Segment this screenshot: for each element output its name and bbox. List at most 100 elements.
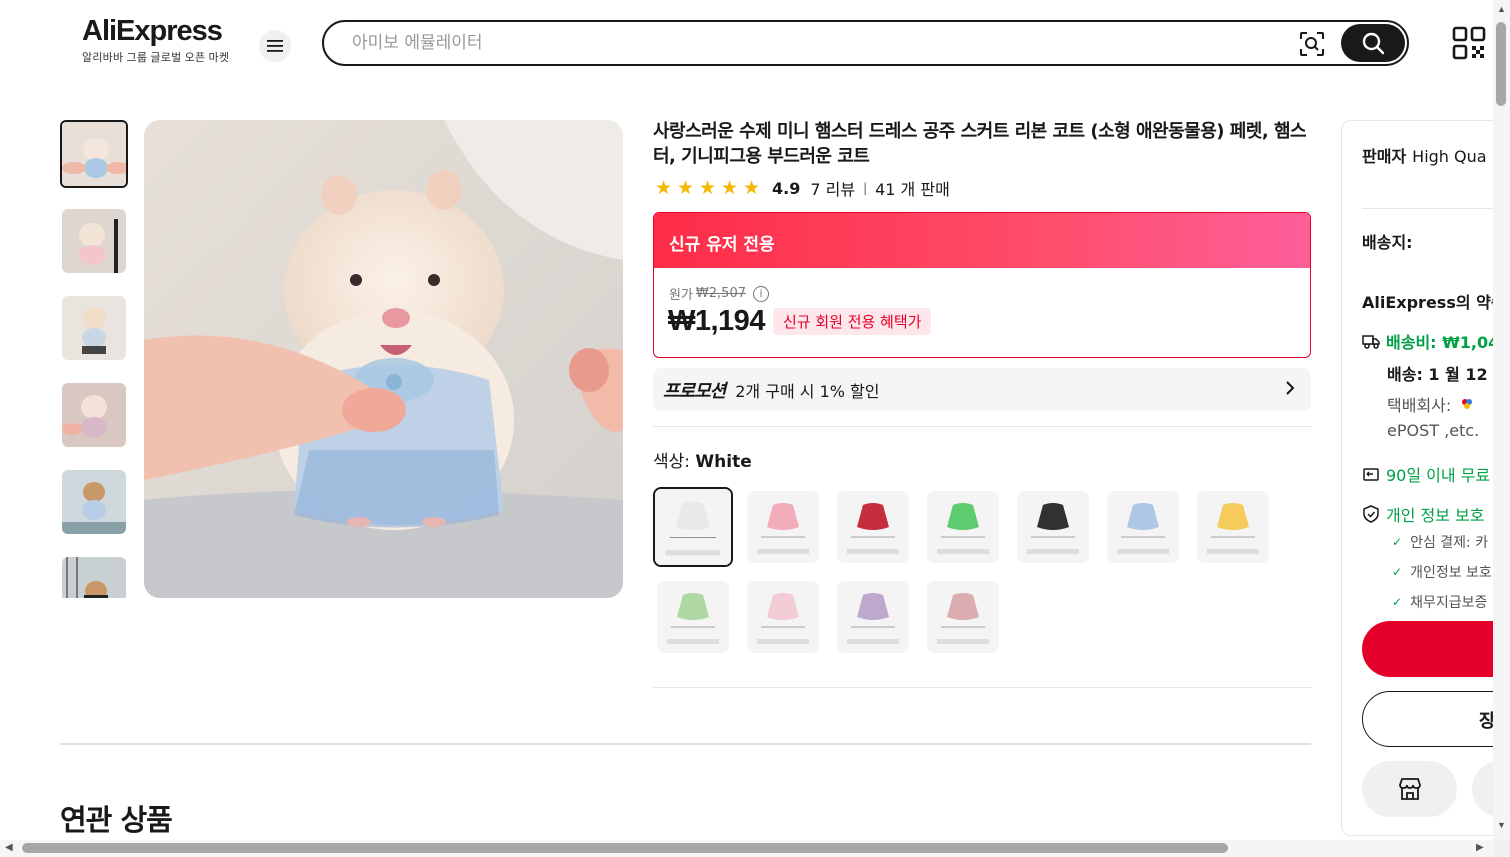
rating-row[interactable]: ★ ★ ★ ★ ★ 4.9 7 리뷰 | 41 개 판매 [655,177,950,199]
promotion-label: 프로모션 [663,380,726,402]
color-swatch-5[interactable] [1017,491,1089,563]
color-swatch-4[interactable] [927,491,999,563]
check-item: ✓ 개인정보 보호 [1392,562,1492,582]
review-count[interactable]: 7 리뷰 [810,176,855,200]
privacy-text: 개인 정보 보호 [1386,506,1485,525]
menu-button[interactable] [259,30,291,62]
dress-swatch-image [655,489,731,565]
color-swatch-8[interactable] [657,581,729,653]
sold-count: 41 개 판매 [875,180,950,199]
thumbnail-4[interactable] [62,383,126,447]
shield-icon [1363,505,1379,523]
original-price: ₩2,507 [695,286,746,301]
logo-text: AliExpress [82,15,223,47]
return-text: 90일 이내 무료 [1386,466,1491,485]
promotion-text: 2개 구매 시 1% 할인 [735,381,880,401]
add-to-cart-button[interactable]: 장 [1362,691,1500,747]
separator: | [863,181,868,195]
dress-swatch-image [1107,491,1179,563]
scrollbar-corner [1493,840,1510,857]
privacy-row[interactable]: 개인 정보 보호 [1362,502,1485,526]
color-swatch-9[interactable] [747,581,819,653]
thumbnail-6[interactable] [62,557,126,598]
promise-title: AliExpress의 약속 [1362,293,1501,312]
image-search-icon[interactable] [1299,31,1325,57]
new-member-badge: 신규 회원 전용 혜택가 [772,308,932,335]
divider [653,687,1311,688]
buy-now-button[interactable] [1362,621,1500,677]
price-row: ₩1,194 신규 회원 전용 혜택가 [668,305,932,338]
star-icon: ★ [677,176,695,199]
main-product-image[interactable] [144,120,623,598]
dress-swatch-image [927,491,999,563]
scroll-up-arrow[interactable]: ▲ [1497,4,1506,14]
vertical-scroll-thumb[interactable] [1496,22,1506,106]
thumbnail-image [62,209,126,273]
thumbnail-3[interactable] [62,296,126,360]
related-products-title: 연관 상품 [60,803,173,837]
carrier-label: 택배회사: [1387,396,1452,415]
star-icon: ★ [743,176,761,199]
product-title: 사랑스러운 수제 미니 햄스터 드레스 공주 스커트 리본 코트 (소형 애완동… [653,121,1307,167]
store-button[interactable] [1362,761,1457,817]
color-swatch-10[interactable] [837,581,909,653]
divider [653,426,1311,427]
info-icon[interactable]: i [753,285,769,302]
section-divider [60,743,1311,745]
hamster-photo [144,120,623,598]
thumbnail-1[interactable] [60,120,128,188]
search-input[interactable] [352,31,1252,55]
delivery-date: 배송: 1 월 12 [1387,365,1488,384]
chevron-right-icon [1286,381,1295,395]
thumbnail-image [62,296,126,360]
scroll-right-arrow[interactable]: ▶ [1476,842,1484,853]
star-icon: ★ [699,176,717,199]
thumbnail-image [62,122,126,186]
scroll-down-arrow[interactable]: ▼ [1497,820,1506,830]
color-label-text: 색상: [653,452,691,472]
aliexpress-logo[interactable]: AliExpress 알리바바 그룹 글로벌 오픈 마켓 [82,16,242,65]
color-swatch-11[interactable] [927,581,999,653]
seller-label: 판매자 [1362,147,1407,166]
color-value: White [695,452,752,472]
thumbnail-list [60,120,128,598]
seller-name[interactable]: High Qua [1412,147,1486,166]
ship-to-label[interactable]: 배송지: [1362,229,1413,253]
horizontal-scroll-thumb[interactable] [22,843,1228,853]
carrier-value: ePOST ,etc. [1387,421,1480,440]
original-price-row: 원가 ₩2,507 i [669,284,769,303]
qr-code-icon[interactable] [1452,26,1486,60]
original-price-label: 원가 [669,288,693,303]
color-swatch-7[interactable] [1197,491,1269,563]
color-swatch-3[interactable] [837,491,909,563]
horizontal-scrollbar[interactable]: ◀ ▶ [0,840,1493,857]
return-box-icon [1363,468,1379,481]
check-text: 개인정보 보호 [1410,565,1492,581]
return-row[interactable]: 90일 이내 무료 [1362,462,1490,486]
dress-swatch-image [747,491,819,563]
store-icon [1398,778,1421,800]
search-button[interactable] [1341,24,1405,62]
thumbnail-image [62,470,126,534]
color-swatch-6[interactable] [1107,491,1179,563]
color-swatch-1[interactable] [653,487,733,567]
shipping-fee-row: 배송비: ₩1,04 [1362,329,1499,353]
color-swatch-2[interactable] [747,491,819,563]
thumbnail-5[interactable] [62,470,126,534]
color-label: 색상: White [653,447,752,472]
thumbnail-2[interactable] [62,209,126,273]
check-item: ✓ 안심 결제: 카 [1392,532,1488,552]
dress-swatch-image [927,581,999,653]
promotion-row[interactable]: 프로모션 2개 구매 시 1% 할인 [653,368,1311,411]
check-text: 안심 결제: 카 [1410,535,1489,551]
thumbnail-image [62,557,126,598]
dress-swatch-image [1017,491,1089,563]
check-item: ✓ 채무지급보증 [1392,592,1487,612]
scroll-left-arrow[interactable]: ◀ [5,842,13,853]
star-rating: ★ ★ ★ ★ ★ [655,176,762,199]
vertical-scrollbar[interactable]: ▲ ▼ [1493,0,1510,840]
rating-value: 4.9 [772,178,801,198]
dress-swatch-image [1197,491,1269,563]
purchase-panel: 판매자 High Qua 배송지: AliExpress의 약속 배송비: ₩1,… [1341,120,1501,836]
seller-row[interactable]: 판매자 High Qua [1362,143,1487,167]
